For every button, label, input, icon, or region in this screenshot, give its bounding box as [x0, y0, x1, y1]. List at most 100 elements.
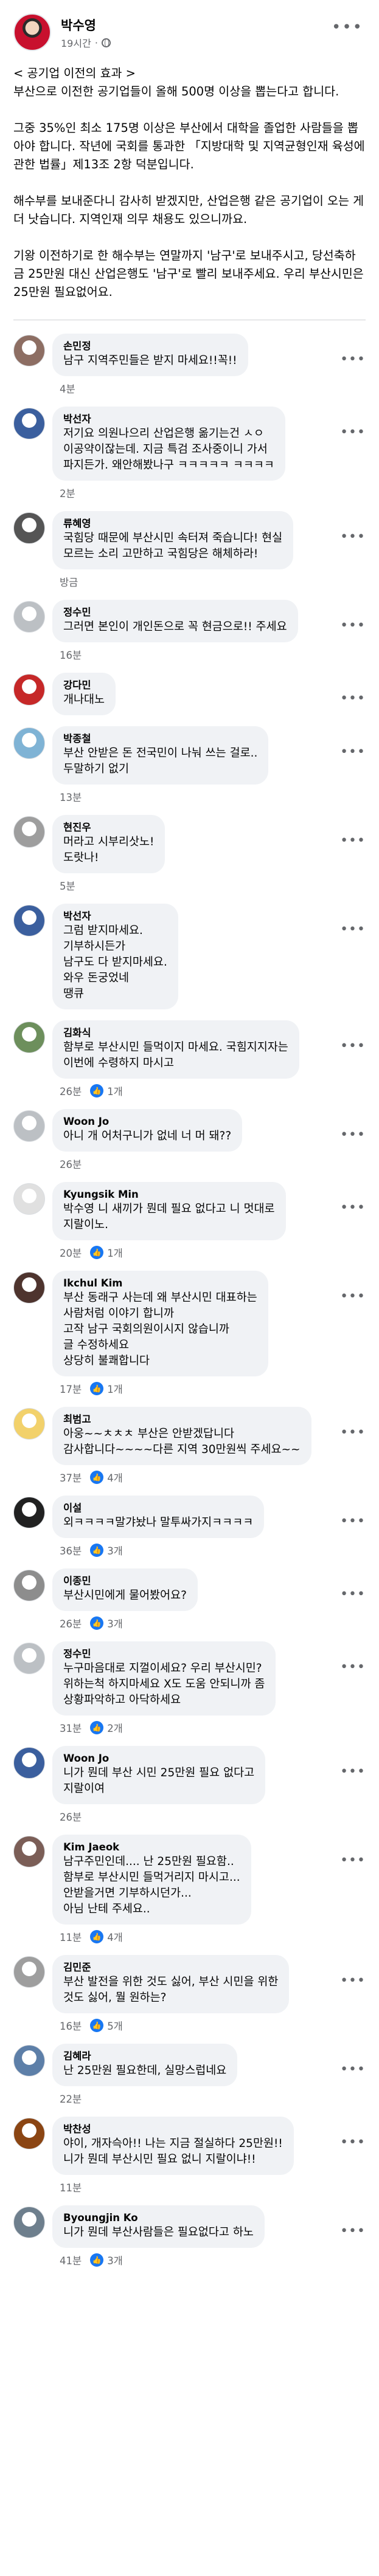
- commenter-name[interactable]: 손민정: [63, 340, 237, 353]
- reaction-count[interactable]: 👍 3개: [90, 1543, 123, 1558]
- comment-time[interactable]: 11분: [60, 2180, 82, 2194]
- commenter-avatar[interactable]: [13, 816, 45, 848]
- more-horizontal-icon[interactable]: •••: [340, 2224, 366, 2239]
- author-avatar[interactable]: [13, 13, 51, 51]
- more-horizontal-icon[interactable]: •••: [340, 425, 366, 440]
- comment-time[interactable]: 22분: [60, 2091, 82, 2106]
- commenter-avatar[interactable]: [13, 1747, 45, 1779]
- commenter-name[interactable]: 류혜영: [63, 517, 282, 531]
- reaction-count[interactable]: 👍 1개: [90, 1381, 123, 1396]
- reaction-count[interactable]: 👍 5개: [90, 2018, 123, 2033]
- commenter-name[interactable]: 정수민: [63, 606, 287, 619]
- commenter-avatar[interactable]: [13, 1570, 45, 1601]
- more-horizontal-icon[interactable]: •••: [340, 1660, 366, 1675]
- more-horizontal-icon[interactable]: •••: [340, 833, 366, 848]
- comment-time[interactable]: 방금: [60, 574, 78, 589]
- more-horizontal-icon[interactable]: •••: [340, 1587, 366, 1602]
- more-horizontal-icon[interactable]: •••: [340, 529, 366, 544]
- more-horizontal-icon[interactable]: •••: [340, 1127, 366, 1142]
- commenter-name[interactable]: 김화식: [63, 1026, 288, 1040]
- commenter-avatar[interactable]: [13, 2045, 45, 2076]
- commenter-avatar[interactable]: [13, 1836, 45, 1867]
- comment-time[interactable]: 26분: [60, 1809, 82, 1824]
- more-horizontal-icon[interactable]: •••: [340, 922, 366, 937]
- comment-time[interactable]: 26분: [60, 1616, 82, 1630]
- commenter-avatar[interactable]: [13, 1022, 45, 1053]
- commenter-avatar[interactable]: [13, 1497, 45, 1528]
- commenter-name[interactable]: 정수민: [63, 1647, 265, 1661]
- commenter-avatar[interactable]: [13, 512, 45, 544]
- comment-time[interactable]: 41분: [60, 2253, 82, 2267]
- commenter-avatar[interactable]: [13, 1110, 45, 1142]
- reaction-count[interactable]: 👍 3개: [90, 2253, 123, 2267]
- comment-time[interactable]: 2분: [60, 486, 75, 500]
- commenter-name[interactable]: 이종민: [63, 1575, 187, 1588]
- comment-time[interactable]: 11분: [60, 1929, 82, 1944]
- commenter-name[interactable]: Kim Jaeok: [63, 1841, 240, 1854]
- more-horizontal-icon[interactable]: •••: [340, 1853, 366, 1868]
- commenter-avatar[interactable]: [13, 1956, 45, 1988]
- author-name[interactable]: 박수영: [61, 16, 96, 34]
- post-time[interactable]: 19시간: [61, 35, 91, 50]
- commenter-avatar[interactable]: [13, 905, 45, 936]
- more-horizontal-icon[interactable]: •••: [332, 18, 363, 36]
- reaction-count[interactable]: 👍 1개: [90, 1245, 123, 1260]
- more-horizontal-icon[interactable]: •••: [340, 744, 366, 760]
- commenter-avatar[interactable]: [13, 1643, 45, 1674]
- reaction-count[interactable]: 👍 1개: [90, 1084, 123, 1098]
- more-horizontal-icon[interactable]: •••: [340, 352, 366, 367]
- commenter-avatar[interactable]: [13, 601, 45, 633]
- reaction-count[interactable]: 👍 4개: [90, 1929, 123, 1944]
- commenter-name[interactable]: Ikchul Kim: [63, 1277, 257, 1290]
- more-horizontal-icon[interactable]: •••: [340, 618, 366, 633]
- reaction-count[interactable]: 👍 4개: [90, 1470, 123, 1485]
- comment-time[interactable]: 36분: [60, 1543, 82, 1558]
- commenter-name[interactable]: Byoungjin Ko: [63, 2211, 254, 2225]
- more-horizontal-icon[interactable]: •••: [340, 2062, 366, 2077]
- more-horizontal-icon[interactable]: •••: [340, 1039, 366, 1054]
- commenter-name[interactable]: 현진우: [63, 821, 154, 834]
- commenter-avatar[interactable]: [13, 408, 45, 439]
- more-horizontal-icon[interactable]: •••: [340, 1973, 366, 1988]
- comment-time[interactable]: 16분: [60, 2018, 82, 2033]
- commenter-name[interactable]: 최범고: [63, 1413, 301, 1426]
- reaction-count[interactable]: 👍 2개: [90, 1720, 123, 1735]
- commenter-avatar[interactable]: [13, 1183, 45, 1215]
- commenter-name[interactable]: Woon Jo: [63, 1752, 254, 1765]
- commenter-name[interactable]: 박종철: [63, 732, 257, 746]
- commenter-name[interactable]: 박선자: [63, 413, 274, 426]
- commenter-name[interactable]: 김민준: [63, 1961, 278, 1974]
- commenter-avatar[interactable]: [13, 2207, 45, 2238]
- commenter-avatar[interactable]: [13, 2118, 45, 2149]
- commenter-name[interactable]: 김혜라: [63, 2050, 226, 2063]
- comment-time[interactable]: 37분: [60, 1470, 82, 1485]
- more-horizontal-icon[interactable]: •••: [340, 1764, 366, 1779]
- more-horizontal-icon[interactable]: •••: [340, 2135, 366, 2150]
- more-horizontal-icon[interactable]: •••: [340, 1514, 366, 1529]
- comment-time[interactable]: 20분: [60, 1245, 82, 1260]
- comment-time[interactable]: 31분: [60, 1720, 82, 1735]
- commenter-name[interactable]: 이설: [63, 1502, 253, 1515]
- more-horizontal-icon[interactable]: •••: [340, 1289, 366, 1304]
- comment-time[interactable]: 5분: [60, 878, 75, 893]
- comment-time[interactable]: 16분: [60, 647, 82, 662]
- comment-time[interactable]: 4분: [60, 381, 75, 396]
- commenter-name[interactable]: Woon Jo: [63, 1115, 231, 1128]
- comment-time[interactable]: 13분: [60, 789, 82, 804]
- reaction-count[interactable]: 👍 3개: [90, 1616, 123, 1630]
- more-horizontal-icon[interactable]: •••: [340, 1425, 366, 1440]
- commenter-name[interactable]: 강다민: [63, 679, 105, 692]
- commenter-avatar[interactable]: [13, 727, 45, 759]
- commenter-avatar[interactable]: [13, 335, 45, 366]
- more-horizontal-icon[interactable]: •••: [340, 1200, 366, 1215]
- commenter-name[interactable]: Kyungsik Min: [63, 1188, 275, 1201]
- comment-time[interactable]: 26분: [60, 1084, 82, 1098]
- commenter-name[interactable]: 박선자: [63, 910, 167, 923]
- more-horizontal-icon[interactable]: •••: [340, 691, 366, 706]
- comment-time[interactable]: 26분: [60, 1156, 82, 1171]
- commenter-name[interactable]: 박찬성: [63, 2123, 283, 2136]
- commenter-avatar[interactable]: [13, 1408, 45, 1440]
- commenter-avatar[interactable]: [13, 1272, 45, 1303]
- comment-time[interactable]: 17분: [60, 1381, 82, 1396]
- commenter-avatar[interactable]: [13, 674, 45, 706]
